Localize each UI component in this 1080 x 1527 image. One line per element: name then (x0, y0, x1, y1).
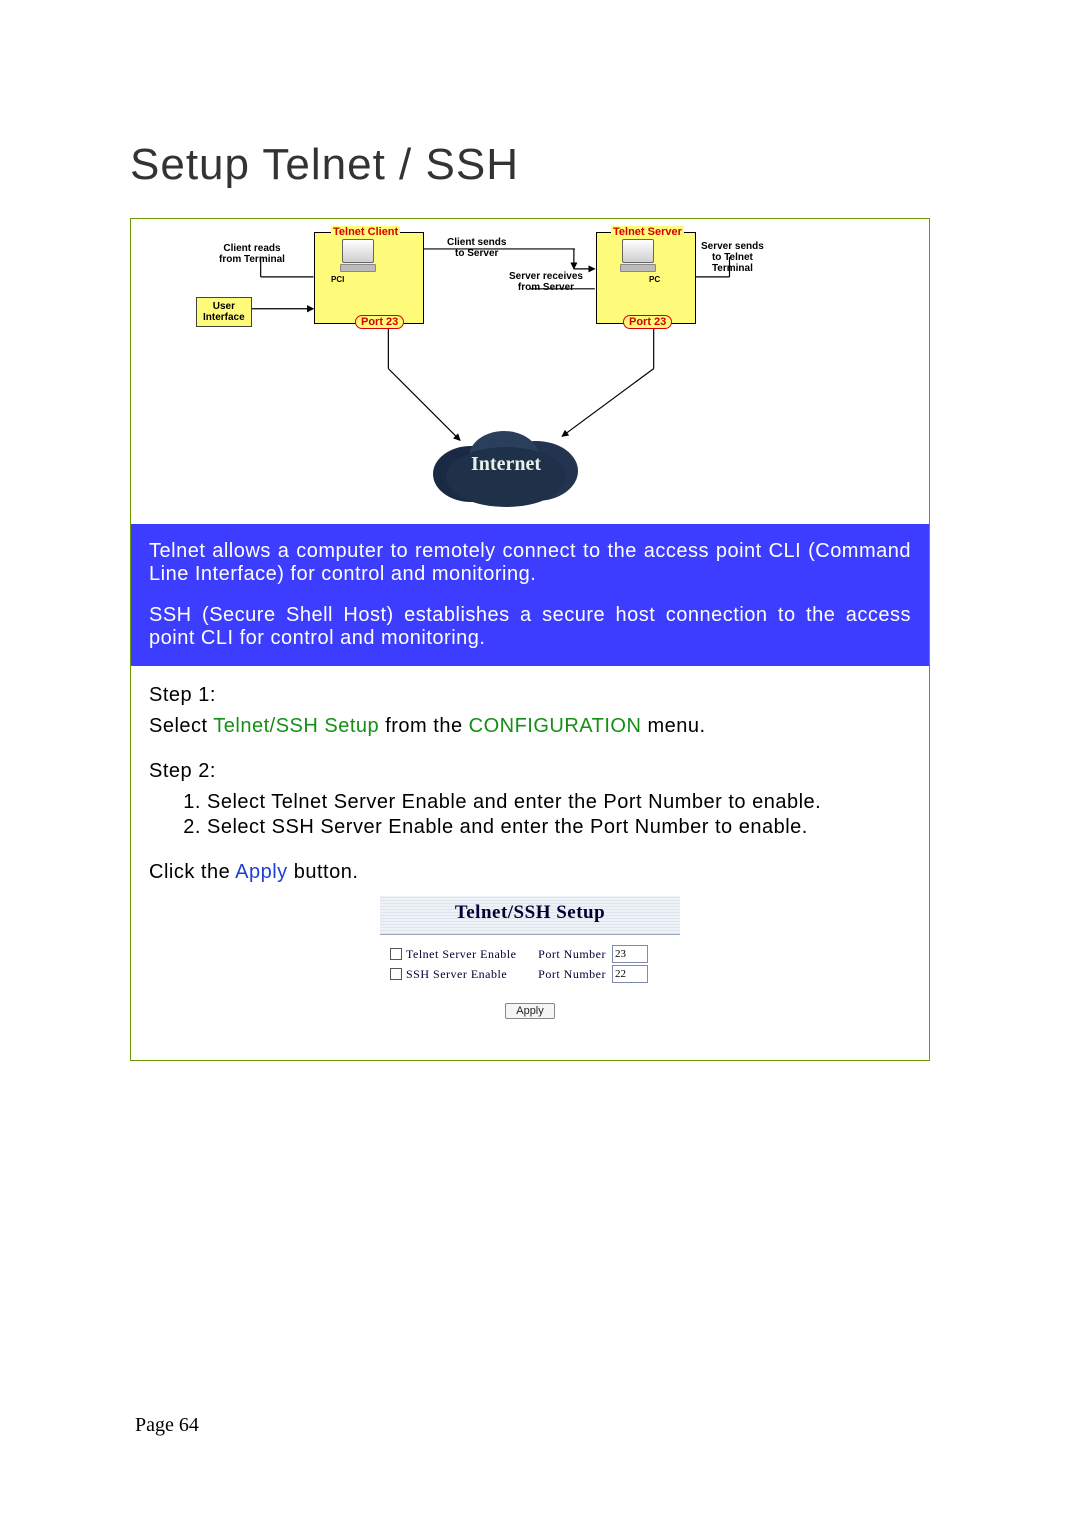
step2-list: Select Telnet Server Enable and enter th… (149, 791, 911, 839)
server-pc-icon (619, 239, 657, 269)
ssh-port-input[interactable] (612, 965, 648, 983)
telnet-client-label: Telnet Client (331, 226, 400, 238)
apply-word: Apply (235, 861, 288, 883)
page-title: Setup Telnet / SSH (130, 140, 960, 190)
info-telnet: Telnet allows a computer to remotely con… (149, 540, 911, 586)
server-pc-label: PC (649, 275, 660, 284)
step2-item-1: Select Telnet Server Enable and enter th… (207, 791, 911, 814)
panel-body: Telnet Server Enable Port Number SSH Ser… (380, 935, 680, 991)
info-ssh: SSH (Secure Shell Host) establishes a se… (149, 604, 911, 650)
step2-item-2: Select SSH Server Enable and enter the P… (207, 816, 911, 839)
step1-label: Step 1: (149, 684, 911, 707)
document-page: Setup Telnet / SSH (0, 0, 1080, 1527)
telnet-diagram: Telnet Client PCI Port 23 Telnet Server … (131, 219, 929, 524)
link-telnet-ssh-setup: Telnet/SSH Setup (213, 715, 379, 737)
info-band: Telnet allows a computer to remotely con… (131, 524, 929, 666)
step2-label: Step 2: (149, 760, 911, 783)
telnet-port-label: Port Number (526, 947, 606, 962)
page-footer: Page 64 (135, 1414, 199, 1437)
label-server-sends: Server sends to Telnet Terminal (701, 241, 764, 274)
client-pc-icon (339, 239, 377, 269)
setup-panel-wrap: Telnet/SSH Setup Telnet Server Enable Po… (149, 892, 911, 1040)
step1-text: Select Telnet/SSH Setup from the CONFIGU… (149, 715, 911, 738)
telnet-port-input[interactable] (612, 945, 648, 963)
internet-cloud: Internet (426, 419, 586, 509)
ssh-enable-label: SSH Server Enable (406, 967, 507, 982)
click-apply-text: Click the Apply button. (149, 861, 911, 884)
menu-configuration: CONFIGURATION (469, 715, 642, 737)
internet-label: Internet (426, 419, 586, 509)
content-box: Telnet Client PCI Port 23 Telnet Server … (130, 218, 930, 1061)
telnet-server-label: Telnet Server (611, 226, 684, 238)
steps-body: Step 1: Select Telnet/SSH Setup from the… (131, 666, 929, 1060)
label-client-sends: Client sends to Server (447, 237, 506, 259)
ssh-enable-checkbox[interactable] (390, 968, 402, 980)
port-right: Port 23 (623, 315, 672, 329)
ssh-port-label: Port Number (526, 967, 606, 982)
label-client-reads: Client reads from Terminal (219, 243, 285, 265)
panel-title: Telnet/SSH Setup (380, 896, 680, 934)
row-telnet-enable: Telnet Server Enable Port Number (390, 945, 670, 963)
port-left: Port 23 (355, 315, 404, 329)
user-interface-label: User Interface (196, 297, 252, 327)
row-ssh-enable: SSH Server Enable Port Number (390, 965, 670, 983)
label-server-receives: Server receives from Server (509, 271, 583, 293)
telnet-ssh-setup-panel: Telnet/SSH Setup Telnet Server Enable Po… (380, 896, 680, 1022)
client-pci-label: PCI (331, 275, 344, 284)
telnet-enable-checkbox[interactable] (390, 948, 402, 960)
apply-button[interactable]: Apply (505, 1003, 555, 1019)
telnet-enable-label: Telnet Server Enable (406, 947, 516, 962)
